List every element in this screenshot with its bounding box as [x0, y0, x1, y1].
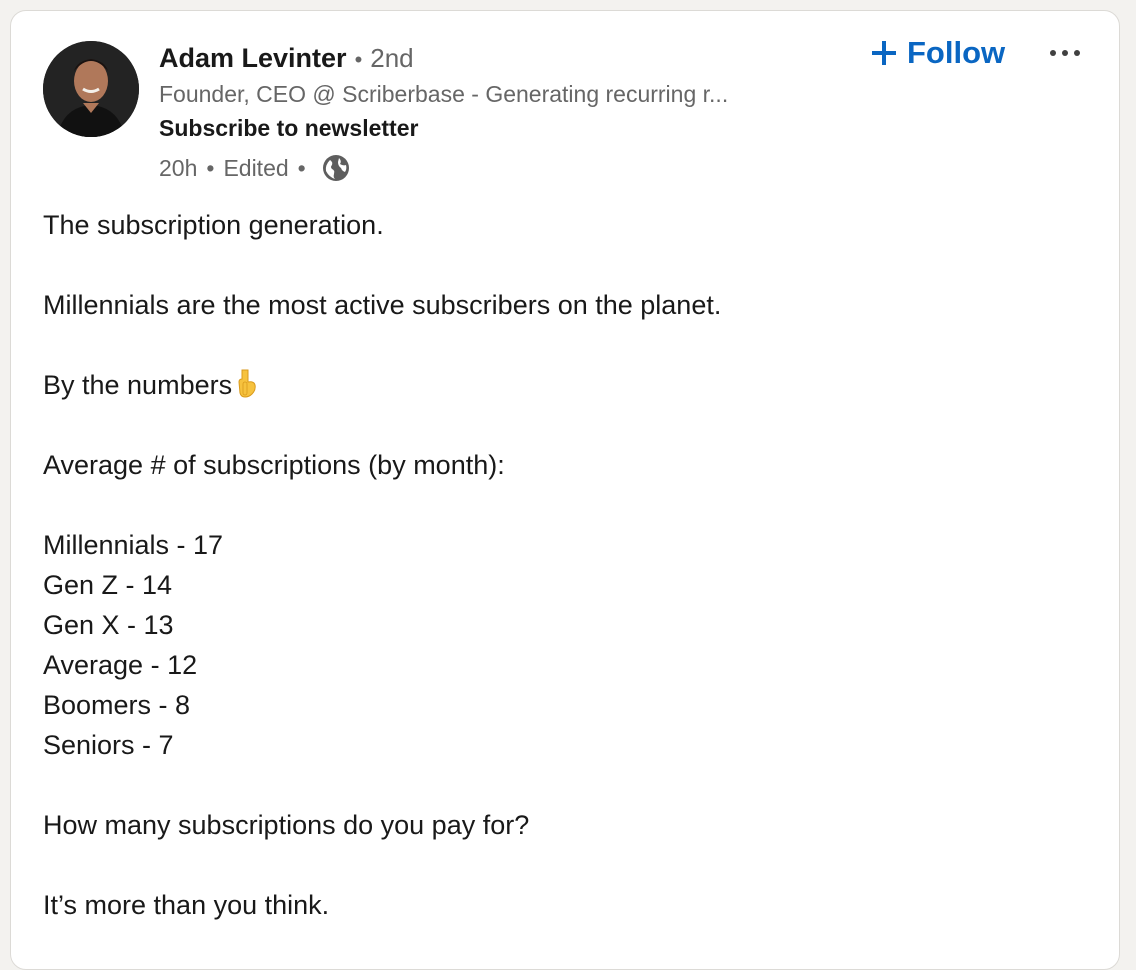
- globe-icon: [321, 153, 351, 183]
- numbers-label: By the numbers: [43, 370, 233, 400]
- post-meta: 20h • Edited •: [159, 151, 351, 185]
- follow-label: Follow: [907, 35, 1006, 70]
- author-headline: Founder, CEO @ Scriberbase - Generating …: [159, 81, 729, 107]
- ellipsis-icon: [1050, 50, 1080, 56]
- post-time: 20h: [159, 154, 198, 181]
- post-line-question: How many subscriptions do you pay for?: [43, 810, 530, 840]
- stat-line: Gen X - 13: [43, 610, 174, 640]
- stat-line: Millennials - 17: [43, 530, 224, 560]
- edited-label: Edited: [223, 154, 289, 181]
- post-line-heading: Average # of subscriptions (by month):: [43, 450, 505, 480]
- post-line-claim: Millennials are the most active subscrib…: [43, 290, 722, 320]
- meta-separator-2: •: [297, 154, 306, 181]
- author-name-row: Adam Levinter • 2nd: [159, 43, 414, 79]
- post-line-intro: The subscription generation.: [43, 210, 384, 240]
- author-name[interactable]: Adam Levinter: [159, 43, 347, 74]
- more-options-button[interactable]: [1045, 41, 1085, 65]
- name-separator: •: [354, 47, 363, 72]
- post-line-numbers: By the numbers: [43, 365, 1083, 405]
- post-body: The subscription generation. Millennials…: [43, 205, 1083, 925]
- stat-line: Average - 12: [43, 650, 198, 680]
- connection-degree: 2nd: [370, 43, 414, 73]
- post-line-closing: It’s more than you think.: [43, 890, 330, 920]
- stat-line: Gen Z - 14: [43, 570, 173, 600]
- post-card: Adam Levinter • 2nd Founder, CEO @ Scrib…: [10, 10, 1120, 970]
- meta-separator: •: [206, 154, 215, 181]
- pointing-down-icon: [234, 368, 258, 409]
- plus-icon: [871, 40, 897, 66]
- subscribe-newsletter-link[interactable]: Subscribe to newsletter: [159, 115, 418, 142]
- author-avatar[interactable]: [43, 41, 139, 137]
- stat-line: Seniors - 7: [43, 730, 174, 760]
- avatar-photo: [43, 41, 139, 137]
- stat-line: Boomers - 8: [43, 690, 191, 720]
- follow-button[interactable]: Follow: [871, 33, 1005, 73]
